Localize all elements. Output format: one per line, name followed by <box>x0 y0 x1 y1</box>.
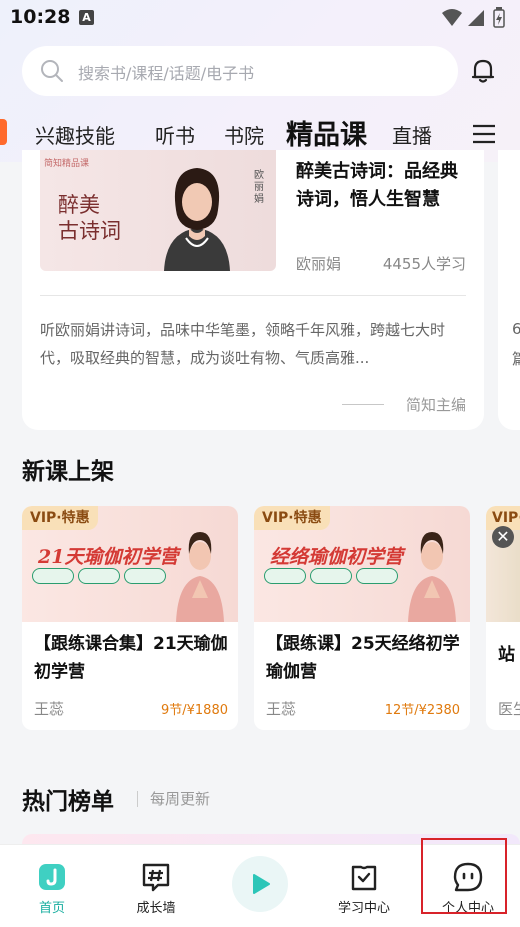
tab-audiobooks[interactable]: 听书 <box>155 120 195 149</box>
course-card[interactable]: 经络瑜伽初学营 VIP·特惠 【跟练课】25天经络初学瑜伽营 王蕊 12节/¥2… <box>254 506 470 730</box>
cover-person <box>408 532 456 622</box>
tab-premium-courses[interactable]: 精品课 <box>286 113 367 152</box>
cover-tags <box>32 568 172 584</box>
system-icons <box>442 7 505 28</box>
cover-tags <box>264 568 404 584</box>
course-card-peek[interactable]: VIP·特惠 ✕ 站 医生 <box>486 506 520 730</box>
nav-label: 学习中心 <box>337 901 390 916</box>
course-author: 王蕊 <box>266 700 297 718</box>
vip-badge: VIP·特惠 <box>254 506 330 530</box>
cover-person <box>176 532 224 622</box>
peek-text-1: 6 <box>512 320 520 338</box>
menu-icon[interactable] <box>472 122 496 146</box>
course-cover-text: 经络瑜伽初学营 <box>270 546 404 568</box>
highlight-box <box>421 838 507 914</box>
cover-brand: 简知精品课 <box>44 159 90 169</box>
course-author: 王蕊 <box>34 700 65 718</box>
tab-interest-skills[interactable]: 兴趣技能 <box>35 120 115 149</box>
hot-list-subtitle: 每周更新 <box>150 790 211 808</box>
close-icon[interactable]: ✕ <box>492 526 514 548</box>
status-time: 10:28 <box>10 6 71 28</box>
category-tabs: 兴趣技能 听书 书院 精品课 直播 <box>0 112 520 152</box>
cover-title: 醉美 古诗词 <box>58 193 121 243</box>
course-cover-text: 21天瑜伽初学营 <box>38 546 179 568</box>
course-title: 站 <box>498 645 515 665</box>
featured-course-card[interactable]: 简知精品课 醉美 古诗词 欧丽娟 醉美古诗词：品经典诗词，悟人生智慧 欧丽娟 44… <box>22 150 484 430</box>
nav-label: 成长墙 <box>136 901 176 916</box>
peek-text-2: 篇 <box>512 350 520 368</box>
featured-author: 欧丽娟 <box>296 255 342 273</box>
featured-divider <box>40 295 466 296</box>
course-title: 【跟练课】25天经络初学瑜伽营 <box>266 634 460 682</box>
featured-title[interactable]: 醉美古诗词：品经典诗词，悟人生智慧 <box>296 158 472 214</box>
featured-description: 听欧丽娟讲诗词，品味中华笔墨，领略千年风雅，跨越七大时代，吸取经典的智慧，成为谈… <box>40 321 446 367</box>
editor-dash <box>342 404 384 405</box>
vip-badge: VIP·特惠 <box>22 506 98 530</box>
next-featured-card-peek[interactable]: 6 篇 <box>498 150 520 430</box>
wifi-icon <box>442 9 462 26</box>
course-author: 医生 <box>498 700 520 718</box>
play-icon <box>253 874 270 894</box>
home-icon <box>39 864 65 890</box>
cover-author-name: 欧丽娟 <box>254 170 264 205</box>
course-title: 【跟练课合集】21天瑜伽初学营 <box>34 634 228 682</box>
nav-label: 首页 <box>38 901 65 916</box>
new-courses-heading: 新课上架 <box>22 459 114 485</box>
notification-icon: A <box>79 10 94 25</box>
featured-editor: 简知主编 <box>405 396 466 414</box>
bell-icon[interactable] <box>468 56 498 86</box>
tab-academy[interactable]: 书院 <box>224 120 264 149</box>
search-bar[interactable]: 搜索书/课程/话题/电子书 <box>22 46 458 96</box>
play-button[interactable] <box>232 856 288 912</box>
featured-cover-image: 简知精品课 醉美 古诗词 欧丽娟 <box>40 150 276 271</box>
search-icon <box>41 60 63 82</box>
status-bar: 10:28 A <box>0 0 520 36</box>
nav-home[interactable]: 首页 <box>0 845 104 927</box>
signal-icon <box>468 10 484 26</box>
book-icon <box>351 865 377 891</box>
course-card[interactable]: 21天瑜伽初学营 VIP·特惠 【跟练课合集】21天瑜伽初学营 王蕊 9节/¥1… <box>22 506 238 730</box>
course-price: 9节/¥1880 <box>160 703 228 718</box>
course-price: 12节/¥2380 <box>384 703 460 718</box>
nav-learning-center[interactable]: 学习中心 <box>312 845 416 927</box>
cover-portrait <box>164 168 230 271</box>
hash-chat-icon <box>142 863 170 892</box>
heading-separator <box>137 791 138 807</box>
featured-learners: 4455人学习 <box>382 255 466 273</box>
tab-live[interactable]: 直播 <box>392 120 432 149</box>
nav-growth-wall[interactable]: 成长墙 <box>104 845 208 927</box>
hot-list-heading: 热门榜单 <box>22 789 114 815</box>
search-placeholder: 搜索书/课程/话题/电子书 <box>78 64 255 83</box>
